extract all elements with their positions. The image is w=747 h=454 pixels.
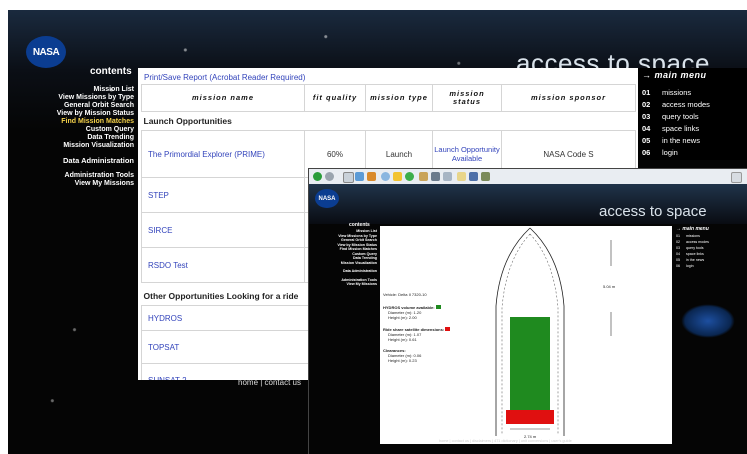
menu-number: 02 — [676, 240, 680, 244]
front-nav-item[interactable]: View My Missions — [313, 282, 378, 287]
menu-number: 04 — [676, 252, 680, 256]
front-menu-item[interactable]: 02 access modes — [676, 240, 709, 244]
history-icon[interactable] — [405, 172, 414, 181]
menu-label: missions — [686, 234, 700, 238]
menu-label: access modes — [686, 240, 709, 244]
menu-number: 03 — [676, 246, 680, 250]
menu-number: 01 — [642, 88, 651, 97]
front-menu-title: → main menu — [676, 226, 709, 232]
messenger-icon[interactable] — [469, 172, 478, 181]
favorites-icon[interactable] — [393, 172, 402, 181]
nav-item-visualization[interactable]: Mission Visualization — [10, 142, 134, 150]
main-menu-title: → main menu — [642, 70, 707, 80]
tools-icon[interactable] — [481, 172, 490, 181]
front-menu-item[interactable]: 06 login — [676, 264, 694, 268]
col-mission-type: mission type — [365, 84, 433, 112]
front-footer-links[interactable]: home | contact us | disclaimers | 471 di… — [439, 439, 572, 443]
left-nav: Mission List View Missions by Type Gener… — [10, 86, 134, 188]
mission-link[interactable]: RSDO Test — [141, 247, 305, 283]
nav-item-mission-list[interactable]: Mission List — [10, 86, 134, 94]
folder-icon[interactable] — [457, 172, 466, 181]
front-menu-item[interactable]: 03 query tools — [676, 246, 704, 250]
menu-item-query-tools[interactable]: 03 query tools — [642, 112, 699, 121]
nav-item-mission-status[interactable]: View by Mission Status — [10, 110, 134, 118]
front-left-nav: Mission List View Missions by Type Gener… — [313, 229, 377, 287]
mission-link[interactable]: STEP — [141, 177, 305, 213]
edit-icon[interactable] — [443, 172, 452, 181]
rideshare-block — [506, 410, 554, 424]
main-menu: → main menu 01 missions 02 access modes 03… — [638, 68, 747, 160]
front-main-menu: → main menu 01 missions 02 access modes 03… — [674, 226, 747, 286]
menu-number: 05 — [676, 258, 680, 262]
mission-link[interactable]: The Primordial Explorer (PRIME) — [141, 130, 305, 178]
nasa-logo[interactable]: NASA — [26, 36, 66, 68]
col-fit-quality: fit quality — [304, 84, 366, 112]
menu-item-missions[interactable]: 01 missions — [642, 88, 691, 97]
menu-label: access modes — [662, 100, 710, 109]
print-icon[interactable] — [431, 172, 440, 181]
window-icon[interactable] — [731, 172, 742, 183]
menu-label: in the news — [686, 258, 705, 262]
menu-label: space links — [662, 124, 700, 133]
menu-item-space-links[interactable]: 04 space links — [642, 124, 699, 133]
front-banner-title: access to space — [599, 203, 707, 220]
menu-number: 06 — [676, 264, 680, 268]
refresh-icon[interactable] — [355, 172, 364, 181]
nav-item-admin-tools[interactable]: Administration Tools — [10, 172, 134, 180]
front-menu-item[interactable]: 04 space links — [676, 252, 704, 256]
home-icon[interactable] — [367, 172, 376, 181]
menu-label: login — [686, 264, 694, 268]
menu-number: 03 — [642, 112, 651, 121]
nasa-logo-small[interactable]: NASA — [315, 189, 339, 208]
menu-label: missions — [662, 88, 692, 97]
col-mission-name: mission name — [141, 84, 305, 112]
menu-label: query tools — [686, 246, 704, 250]
forward-icon[interactable] — [325, 172, 334, 181]
menu-label: login — [662, 148, 678, 157]
mission-link[interactable]: SIRCE — [141, 212, 305, 248]
col-mission-sponsor: mission sponsor — [501, 84, 636, 112]
browser-toolbar — [309, 169, 747, 185]
menu-number: 05 — [642, 136, 651, 145]
nav-item-data-admin[interactable]: Data Administration — [10, 156, 134, 166]
height-dimension: 5.04 m — [603, 284, 616, 289]
menu-label: space links — [686, 252, 704, 256]
col-mission-status: mission status — [432, 84, 502, 112]
header-row: mission name fit quality mission type mi… — [141, 84, 636, 112]
nav-item-custom-query[interactable]: Custom Query — [10, 126, 134, 134]
fairing-diagram — [495, 227, 612, 436]
nav-item-orbit-search[interactable]: General Orbit Search — [10, 102, 134, 110]
section-launch: Launch Opportunities — [143, 116, 232, 126]
vehicle-panel: Vehicle: Delta II 7320-10 HYDROS volume … — [380, 226, 672, 444]
front-menu-item[interactable]: 05 in the news — [676, 258, 704, 262]
contents-heading: contents — [90, 66, 132, 77]
back-icon[interactable] — [313, 172, 322, 181]
menu-number: 01 — [676, 234, 680, 238]
menu-number: 06 — [642, 148, 651, 157]
hydros-volume-block — [510, 317, 550, 421]
access-to-space-logo — [681, 304, 735, 338]
menu-item-access-modes[interactable]: 02 access modes — [642, 100, 710, 109]
print-report-link[interactable]: Print/Save Report (Acrobat Reader Requir… — [144, 73, 305, 82]
search-icon[interactable] — [381, 172, 390, 181]
stop-icon[interactable] — [343, 172, 354, 183]
menu-label: in the news — [662, 136, 700, 145]
nav-item-data-trending[interactable]: Data Trending — [10, 134, 134, 142]
vehicle-screenshot: NASA access to space contents Mission Li… — [308, 168, 747, 454]
menu-label: query tools — [662, 112, 699, 121]
nav-item-missions-by-type[interactable]: View Missions by Type — [10, 94, 134, 102]
menu-number: 02 — [642, 100, 651, 109]
nav-item-my-missions[interactable]: View My Missions — [10, 180, 134, 188]
front-menu-item[interactable]: 01 missions — [676, 234, 700, 238]
menu-item-login[interactable]: 06 login — [642, 148, 678, 157]
nav-item-find-matches[interactable]: Find Mission Matches — [10, 118, 134, 126]
front-contents-heading: contents — [349, 222, 370, 228]
mail-icon[interactable] — [419, 172, 428, 181]
collage: NASA access to space contents Mission Li… — [0, 0, 747, 454]
menu-item-in-the-news[interactable]: 05 in the news — [642, 136, 700, 145]
menu-number: 04 — [642, 124, 651, 133]
